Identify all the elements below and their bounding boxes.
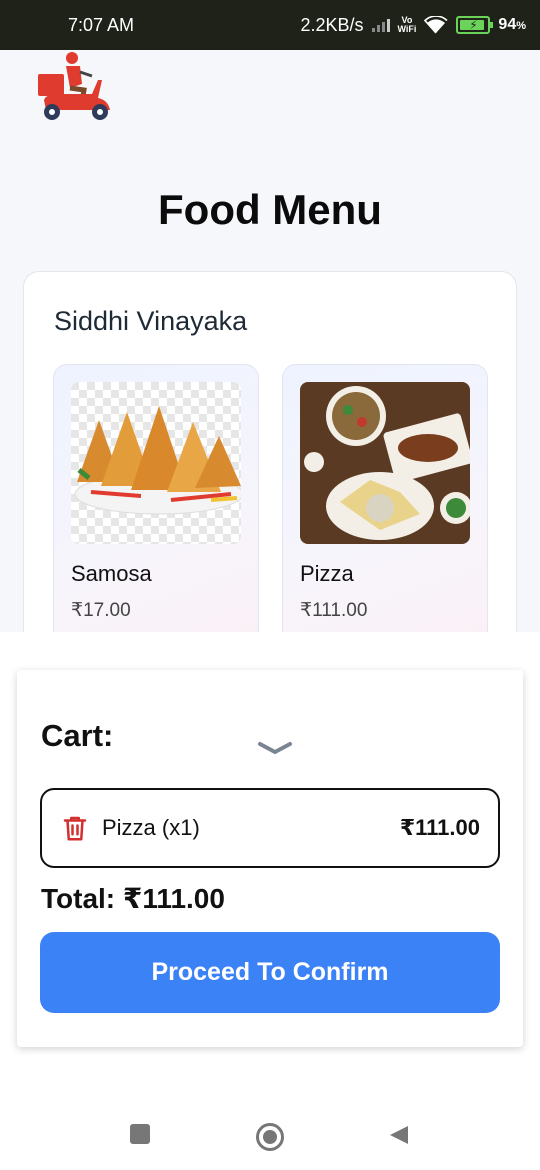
samosa-image [71,382,241,544]
food-card-samosa[interactable]: Samosa ₹17.00 [53,364,259,632]
cart-item-label: Pizza (x1) [102,815,200,840]
restaurant-name: Siddhi Vinayaka [54,306,248,336]
cart-title: Cart: [41,718,114,753]
cart-total: Total: ₹111.00 [41,883,225,914]
proceed-to-confirm-button[interactable]: Proceed To Confirm [40,932,500,1013]
page-title: Food Menu [158,186,382,233]
cart-item: Pizza (x1) ₹111.00 [40,788,500,868]
menu-page: Food Menu Siddhi Vinayaka Samosa ₹17.00 … [0,50,540,632]
recents-square-icon[interactable] [130,1124,150,1144]
trash-icon[interactable] [60,813,90,843]
food-name: Samosa [71,561,152,586]
system-nav-bar [0,1100,540,1170]
back-triangle-icon[interactable] [388,1124,410,1146]
food-price: ₹17.00 [71,600,131,621]
battery-percent: 94% [498,16,526,33]
vowifi-icon: Vo WiFi [397,15,417,34]
restaurant-card: Siddhi Vinayaka Samosa ₹17.00 Pizza ₹111… [23,271,517,632]
net-speed: 2.2KB/s [300,14,364,35]
food-price: ₹111.00 [300,600,368,621]
status-time: 7:07 AM [68,14,135,35]
status-indicators: 2.2KB/s Vo WiFi ⚡ 94% [300,15,526,36]
food-card-pizza[interactable]: Pizza ₹111.00 [282,364,488,632]
battery-icon: ⚡ [456,16,494,34]
wifi-icon [424,16,448,34]
chevron-down-icon[interactable] [257,740,293,758]
cart-panel: Cart: Pizza (x1) ₹111.00 Total: ₹111.00 … [17,670,523,1047]
cart-item-price: ₹111.00 [399,815,480,840]
food-name: Pizza [300,561,354,586]
pizza-platter-image [300,382,470,544]
signal-icon [371,18,390,32]
delivery-scooter-icon [38,52,110,120]
home-circle-icon[interactable] [256,1123,284,1151]
status-bar: 7:07 AM 2.2KB/s Vo WiFi ⚡ 94% [0,0,540,50]
